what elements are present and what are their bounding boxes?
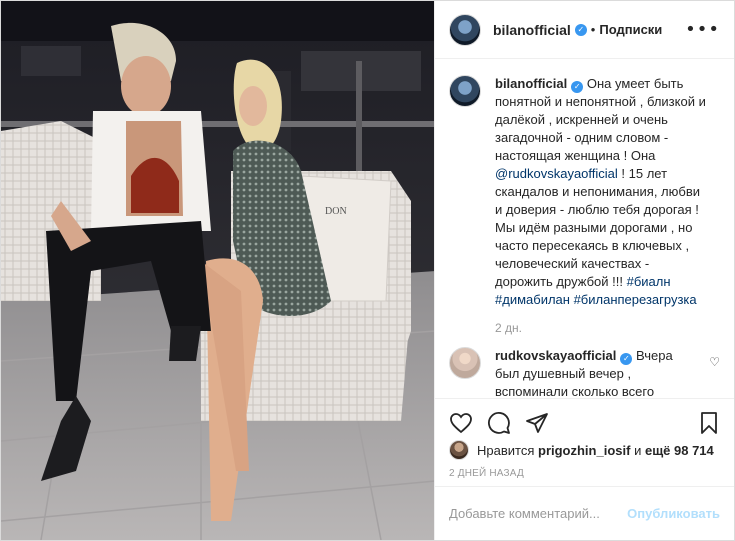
caption-mention-link[interactable]: @rudkovskayaofficial <box>495 166 618 181</box>
instagram-post: DON bilanofficial ✓ • Подписки ••• bilan… <box>0 0 735 541</box>
heart-icon[interactable] <box>449 411 473 435</box>
bookmark-icon[interactable] <box>698 411 720 435</box>
share-icon[interactable] <box>525 411 549 435</box>
heart-small-icon[interactable]: ♡ <box>709 355 720 369</box>
caption: bilanofficial ✓ Она умеет быть понятной и… <box>449 75 720 309</box>
verified-icon: ✓ <box>574 23 587 36</box>
comment-body: rudkovskayaofficial ✓ Вчера был душевный … <box>495 347 685 398</box>
comments-section[interactable]: bilanofficial ✓ Она умеет быть понятной и… <box>435 59 734 398</box>
add-comment-bar: Опубликовать <box>435 486 734 540</box>
cushion-text: DON <box>325 206 347 217</box>
comment-icon[interactable] <box>487 411 511 435</box>
comment-item: rudkovskayaofficial ✓ Вчера был душевный … <box>449 347 720 398</box>
commenter-username[interactable]: rudkovskayaofficial <box>495 348 616 363</box>
commenter-avatar[interactable] <box>449 347 481 379</box>
liker-avatar[interactable] <box>449 440 469 460</box>
caption-avatar[interactable] <box>449 75 481 107</box>
likes-row: Нравится prigozhin_iosif и ещё 98 714 <box>435 438 734 462</box>
verified-icon: ✓ <box>571 81 584 93</box>
caption-body: bilanofficial ✓ Она умеет быть понятной и… <box>495 75 710 309</box>
liker-username[interactable]: prigozhin_iosif <box>538 443 630 458</box>
more-icon[interactable]: ••• <box>685 19 720 40</box>
likes-count[interactable]: ещё 98 714 <box>645 443 714 458</box>
author-avatar[interactable] <box>449 13 481 46</box>
post-header: bilanofficial ✓ • Подписки ••• <box>435 1 734 59</box>
post-panel: bilanofficial ✓ • Подписки ••• bilanoffi… <box>435 1 734 540</box>
caption-text-2: ! 15 лет скандалов и непонимания, любви … <box>495 166 700 289</box>
caption-time: 2 дн. <box>495 321 522 335</box>
photo-illustration: DON <box>1 1 434 540</box>
action-bar <box>435 398 734 438</box>
hashtag-link[interactable]: #биалн <box>627 274 671 289</box>
following-button[interactable]: Подписки <box>599 22 662 37</box>
likes-conj: и <box>634 442 642 458</box>
verified-icon: ✓ <box>620 353 633 365</box>
publish-button[interactable]: Опубликовать <box>627 506 720 521</box>
likes-prefix: Нравится <box>477 442 535 458</box>
author-username[interactable]: bilanofficial <box>493 22 571 38</box>
caption-username[interactable]: bilanofficial <box>495 76 567 91</box>
hashtag-link[interactable]: #димабилан <box>495 292 570 307</box>
comment-input[interactable] <box>449 506 628 521</box>
hashtag-link[interactable]: #биланперезагрузка <box>574 292 697 307</box>
post-date[interactable]: 2 ДНЕЙ НАЗАД <box>435 462 734 486</box>
separator-dot: • <box>590 22 596 37</box>
post-photo[interactable]: DON <box>1 1 435 540</box>
